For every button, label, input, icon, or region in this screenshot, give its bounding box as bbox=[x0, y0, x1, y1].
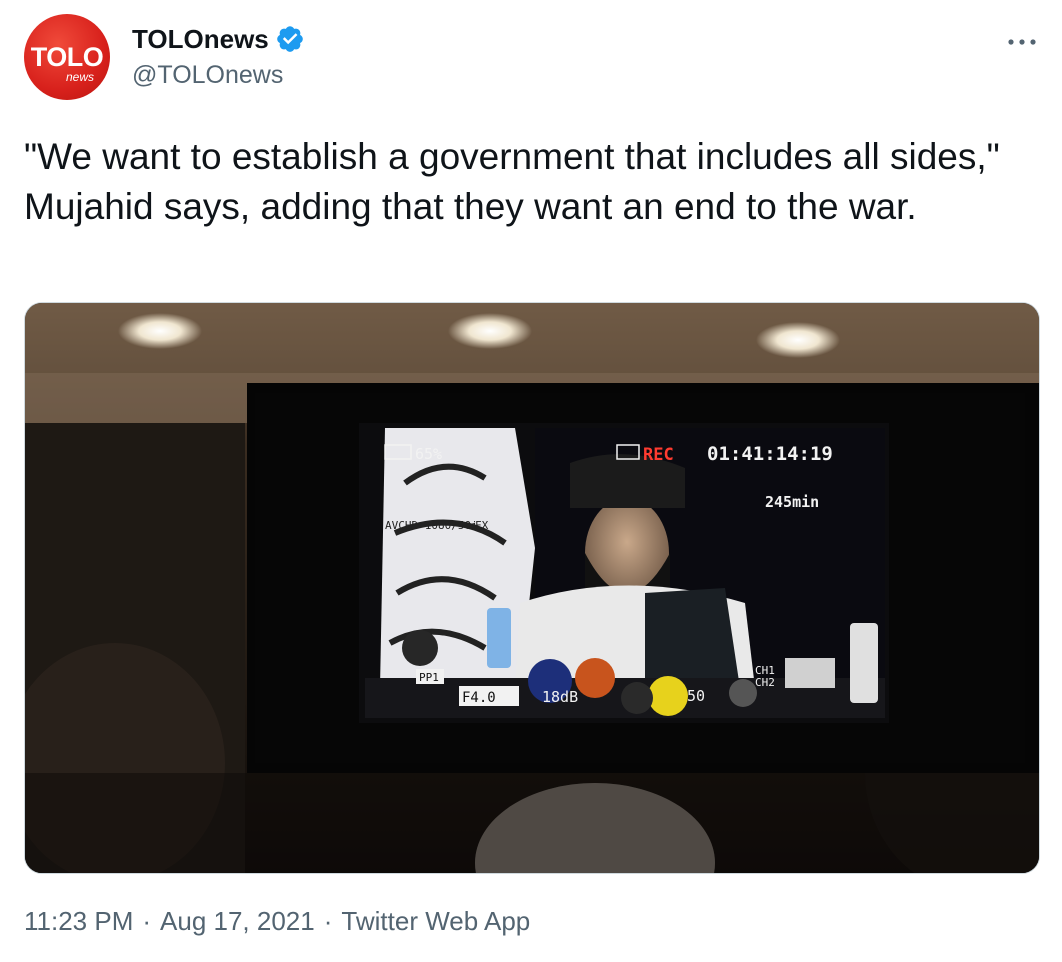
tweet-footer: 11:23 PM · Aug 17, 2021 · Twitter Web Ap… bbox=[24, 904, 530, 938]
overlay-remaining: 245min bbox=[765, 493, 819, 511]
overlay-rec: REC bbox=[643, 445, 674, 465]
footer-separator: · bbox=[142, 906, 152, 936]
author-name-row: TOLOnews bbox=[132, 24, 305, 54]
more-icon[interactable] bbox=[1006, 36, 1038, 48]
overlay-gain: 18dB bbox=[542, 688, 578, 706]
tweet-media-photo[interactable]: 65% REC 01:41:14:19 245min AVCHD 1080/50… bbox=[24, 302, 1040, 874]
avatar-logo-subtext: news bbox=[66, 70, 95, 84]
overlay-shutter: 50 bbox=[687, 687, 705, 705]
overlay-fx: FX bbox=[475, 519, 489, 532]
tweet-time[interactable]: 11:23 PM bbox=[24, 904, 133, 938]
tweet-source[interactable]: Twitter Web App bbox=[341, 904, 530, 938]
tweet-date[interactable]: Aug 17, 2021 bbox=[160, 904, 315, 938]
tweet-text: "We want to establish a government that … bbox=[24, 136, 1000, 227]
tweet-header: TOLO news TOLOnews @TOLOnews bbox=[24, 14, 1038, 104]
avatar[interactable]: TOLO news bbox=[24, 14, 110, 100]
overlay-preset: PP1 bbox=[419, 671, 439, 684]
author-handle[interactable]: @TOLOnews bbox=[132, 60, 283, 90]
overlay-format: AVCHD 1080/50i bbox=[385, 519, 478, 532]
verified-badge-icon bbox=[276, 26, 303, 52]
footer-separator: · bbox=[323, 906, 333, 936]
avatar-logo-text: TOLO bbox=[30, 42, 104, 72]
overlay-battery: 65% bbox=[415, 445, 442, 463]
overlay-ch2: CH2 bbox=[755, 676, 775, 689]
overlay-aperture: F4.0 bbox=[462, 690, 496, 706]
overlay-timecode: 01:41:14:19 bbox=[707, 443, 833, 465]
author-display-name[interactable]: TOLOnews bbox=[132, 24, 269, 54]
press-conference-photo: 65% REC 01:41:14:19 245min AVCHD 1080/50… bbox=[25, 303, 1039, 873]
